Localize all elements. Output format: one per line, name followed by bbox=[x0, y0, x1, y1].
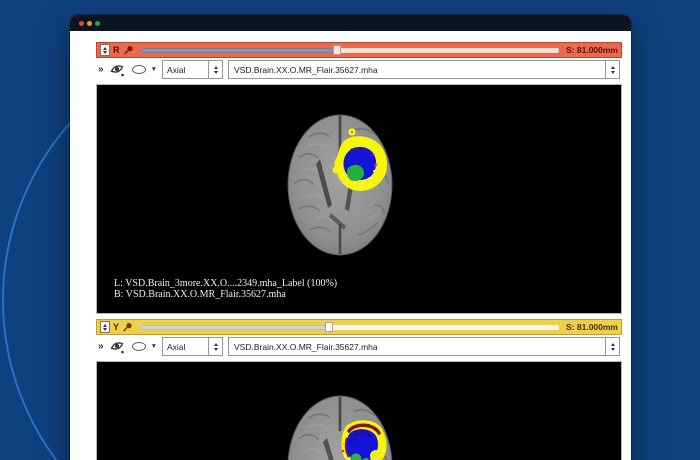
image-spinner[interactable] bbox=[605, 338, 619, 355]
slice-slider[interactable] bbox=[141, 48, 560, 53]
expand-icon[interactable]: » bbox=[98, 65, 104, 75]
pin-icon[interactable] bbox=[123, 45, 134, 56]
app-window: R S: 81.000mm » ▼ Axia bbox=[70, 15, 631, 460]
expand-icon[interactable]: » bbox=[98, 342, 104, 352]
image-selector[interactable]: VSD.Brain.XX.O.MR_Flair.35627.mha bbox=[228, 60, 620, 79]
image-spinner[interactable] bbox=[605, 61, 619, 78]
ellipse-icon[interactable] bbox=[132, 65, 146, 74]
slider-handle[interactable] bbox=[325, 322, 333, 332]
slice-navigator-yellow: Y S: 81.000mm bbox=[96, 319, 622, 335]
overlay-label-line: L: VSD.Brain_3more.XX.O....2349.mha_Labe… bbox=[114, 278, 337, 289]
eye-icon[interactable] bbox=[109, 62, 127, 77]
viewport-axial-yellow[interactable] bbox=[96, 361, 622, 460]
orientation-value: Axial bbox=[163, 342, 208, 352]
dropdown-caret-icon[interactable]: ▼ bbox=[151, 343, 157, 350]
window-titlebar[interactable] bbox=[70, 15, 631, 31]
dropdown-caret-icon[interactable]: ▼ bbox=[151, 66, 157, 73]
image-selector[interactable]: VSD.Brain.XX.O.MR_Flair.35627.mha bbox=[228, 337, 620, 356]
close-button[interactable] bbox=[79, 21, 84, 26]
image-filename: VSD.Brain.XX.O.MR_Flair.35627.mha bbox=[229, 65, 605, 75]
axis-label: R bbox=[113, 45, 120, 55]
brain-mri-slice bbox=[287, 113, 393, 257]
viewer-toolbar-red: » ▼ Axial VSD.Brain.XX.O.MR_Flair.35627.… bbox=[96, 58, 622, 81]
eye-icon[interactable] bbox=[109, 339, 127, 354]
slice-position-label: S: 81.000mm bbox=[566, 322, 618, 332]
orientation-spinner[interactable] bbox=[208, 61, 222, 78]
slider-fill bbox=[141, 48, 338, 53]
axis-label: Y bbox=[113, 322, 119, 332]
pin-icon[interactable] bbox=[122, 322, 133, 333]
ellipse-icon[interactable] bbox=[132, 342, 146, 351]
orientation-value: Axial bbox=[163, 65, 208, 75]
orientation-select[interactable]: Axial bbox=[162, 337, 223, 356]
window-body: R S: 81.000mm » ▼ Axia bbox=[96, 42, 622, 460]
viewer-toolbar-yellow: » ▼ Axial VSD.Brain.XX.O.MR_Flair.35627.… bbox=[96, 335, 622, 358]
viewport-axial-red[interactable]: L: VSD.Brain_3more.XX.O....2349.mha_Labe… bbox=[96, 84, 622, 314]
slider-fill bbox=[140, 325, 329, 330]
slice-step-button[interactable] bbox=[100, 321, 110, 333]
minimize-button[interactable] bbox=[87, 21, 92, 26]
viewport-overlay-text: L: VSD.Brain_3more.XX.O....2349.mha_Labe… bbox=[114, 278, 337, 300]
slice-navigator-red: R S: 81.000mm bbox=[96, 42, 622, 58]
zoom-button[interactable] bbox=[95, 21, 100, 26]
image-filename: VSD.Brain.XX.O.MR_Flair.35627.mha bbox=[229, 342, 605, 352]
slice-step-button[interactable] bbox=[100, 44, 110, 56]
orientation-select[interactable]: Axial bbox=[162, 60, 223, 79]
segmentation-overlay bbox=[341, 420, 386, 460]
slice-position-label: S: 81.000mm bbox=[566, 45, 618, 55]
slice-slider[interactable] bbox=[140, 325, 559, 330]
slider-handle[interactable] bbox=[333, 45, 341, 55]
brain-mri-slice bbox=[287, 394, 393, 460]
overlay-base-line: B: VSD.Brain.XX.O.MR_Flair.35627.mha bbox=[114, 289, 337, 300]
orientation-spinner[interactable] bbox=[208, 338, 222, 355]
